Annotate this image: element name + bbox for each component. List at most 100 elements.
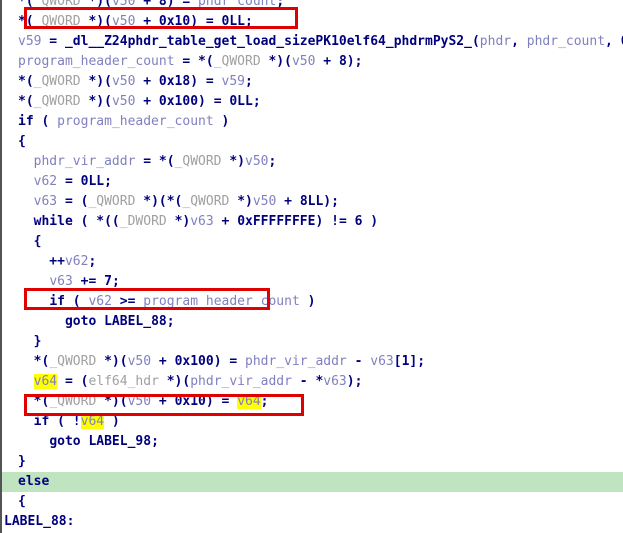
code-token: phdr <box>479 34 512 49</box>
code-token: { <box>18 134 26 149</box>
code-token: ) = <box>205 394 238 409</box>
code-token: v63 <box>190 214 214 229</box>
code-token: + <box>151 354 175 369</box>
code-token: v50 <box>111 14 136 29</box>
code-token: _QWORD <box>33 14 89 29</box>
code-line[interactable]: phdr_vir_addr = *(_QWORD *)v50; <box>0 152 623 172</box>
code-line[interactable]: *(_QWORD *)(v50 + 8) = phdr_count; <box>0 0 623 12</box>
code-token: *)( <box>88 74 112 89</box>
code-token: ) <box>213 114 230 129</box>
code-token: v62 <box>88 294 112 309</box>
code-token: + <box>135 0 159 9</box>
code-token: v59 <box>221 74 246 89</box>
code-token: v63 <box>33 194 58 209</box>
code-token: _dl__Z24phdr_table_get_load_sizePK10elf6… <box>64 34 472 49</box>
code-token: } <box>18 334 42 349</box>
code-line[interactable]: if ( v62 >= program_header_count ) <box>0 292 623 312</box>
decompiler-pseudocode-view[interactable]: *(_QWORD *)(v50 + 8) = phdr_count; *(_QWO… <box>0 0 623 533</box>
code-token: = ( <box>57 374 89 389</box>
code-token: 0LL <box>229 94 253 109</box>
code-line[interactable]: *(_QWORD *)(v50 + 0x10) = v64; <box>0 392 623 412</box>
code-token: + <box>276 194 300 209</box>
code-line[interactable]: if ( !v64 ) <box>0 412 623 432</box>
code-token: *( <box>18 74 34 89</box>
code-line[interactable]: { <box>0 492 623 512</box>
code-token: LABEL_98 <box>88 434 152 449</box>
code-line[interactable]: while ( *((_DWORD *)v63 + 0xFFFFFFFE) !=… <box>0 212 623 232</box>
code-token: v64 <box>237 394 261 409</box>
code-token: _DWORD <box>119 214 175 229</box>
code-token: ) = <box>190 74 222 89</box>
code-line[interactable]: program_header_count = *(_QWORD *)(v50 +… <box>0 52 623 72</box>
code-line[interactable]: if ( program_header_count ) <box>0 112 623 132</box>
code-token: ); <box>323 194 339 209</box>
code-token: ; <box>88 254 97 269</box>
code-token: v63 <box>49 274 73 289</box>
code-token: ; <box>268 154 277 169</box>
code-line[interactable]: *(_QWORD *)(v50 + 0x100) = 0LL; <box>0 92 623 112</box>
code-token: phdr_count <box>198 0 277 9</box>
code-token: v64 <box>80 414 105 429</box>
code-line[interactable]: } <box>0 332 623 352</box>
code-token: program_header_count <box>18 54 175 69</box>
code-token: v50 <box>291 54 316 69</box>
code-line[interactable]: else <box>0 472 623 492</box>
code-line[interactable]: v59 = _dl__Z24phdr_table_get_load_sizePK… <box>0 32 623 52</box>
code-token: + <box>135 74 159 89</box>
code-token: v63 <box>370 354 394 369</box>
code-token: *)( <box>166 374 191 389</box>
code-line[interactable]: v62 = 0LL; <box>0 172 623 192</box>
code-token: ) <box>299 294 316 309</box>
code-token: ( <box>64 294 89 309</box>
code-token: _QWORD <box>213 54 269 69</box>
code-token: *( <box>158 154 175 169</box>
code-token: v50 <box>127 394 152 409</box>
code-token: else <box>18 474 50 489</box>
code-token: *)( <box>88 94 112 109</box>
code-line[interactable]: *(_QWORD *)(v50 + 0x18) = v59; <box>0 72 623 92</box>
code-line[interactable]: v63 += 7; <box>0 272 623 292</box>
code-line[interactable]: v64 = (elf64_hdr *)(phdr_vir_addr - *v63… <box>0 372 623 392</box>
code-token: += <box>72 274 105 289</box>
code-token: v50 <box>111 94 136 109</box>
code-token: _QWORD <box>88 194 144 209</box>
code-token: ( <box>33 114 58 129</box>
code-token: *( <box>18 94 34 109</box>
code-token: 0xFFFFFFFE <box>237 214 316 229</box>
code-token: _QWORD <box>49 394 105 409</box>
code-token: v64 <box>33 374 58 389</box>
code-token: *)( <box>104 394 128 409</box>
code-token: ; <box>245 74 253 89</box>
code-line[interactable]: *(_QWORD *)(v50 + 0x100) = phdr_vir_addr… <box>0 352 623 372</box>
code-token: v62 <box>33 174 58 189</box>
code-token: v50 <box>127 354 152 369</box>
code-line[interactable]: goto LABEL_98; <box>0 432 623 452</box>
code-line[interactable]: goto LABEL_88; <box>0 312 623 332</box>
code-line[interactable]: { <box>0 132 623 152</box>
code-token: *)(*( <box>143 194 183 209</box>
code-line[interactable]: { <box>0 232 623 252</box>
code-token: 8 <box>338 54 347 69</box>
code-token: program_header_count <box>143 294 300 309</box>
code-line[interactable]: v63 = (_QWORD *)(*(_QWORD *)v50 + 8LL); <box>0 192 623 212</box>
code-line[interactable]: ++v62; <box>0 252 623 272</box>
code-token: while <box>33 214 73 229</box>
code-token: >= <box>111 294 144 309</box>
code-token: *) <box>174 214 191 229</box>
code-line[interactable]: } <box>0 452 623 472</box>
code-line[interactable]: LABEL_88: <box>0 512 623 532</box>
code-token: _QWORD <box>174 154 230 169</box>
code-line[interactable]: *(_QWORD *)(v50 + 0x10) = 0LL; <box>0 12 623 32</box>
code-token: ; <box>151 434 159 449</box>
code-token: LABEL_88 <box>104 314 167 329</box>
code-token: 0x18 <box>158 74 191 89</box>
code-token: *)( <box>88 0 112 9</box>
code-token: _QWORD <box>33 0 89 9</box>
code-token: ( *(( <box>72 214 120 229</box>
